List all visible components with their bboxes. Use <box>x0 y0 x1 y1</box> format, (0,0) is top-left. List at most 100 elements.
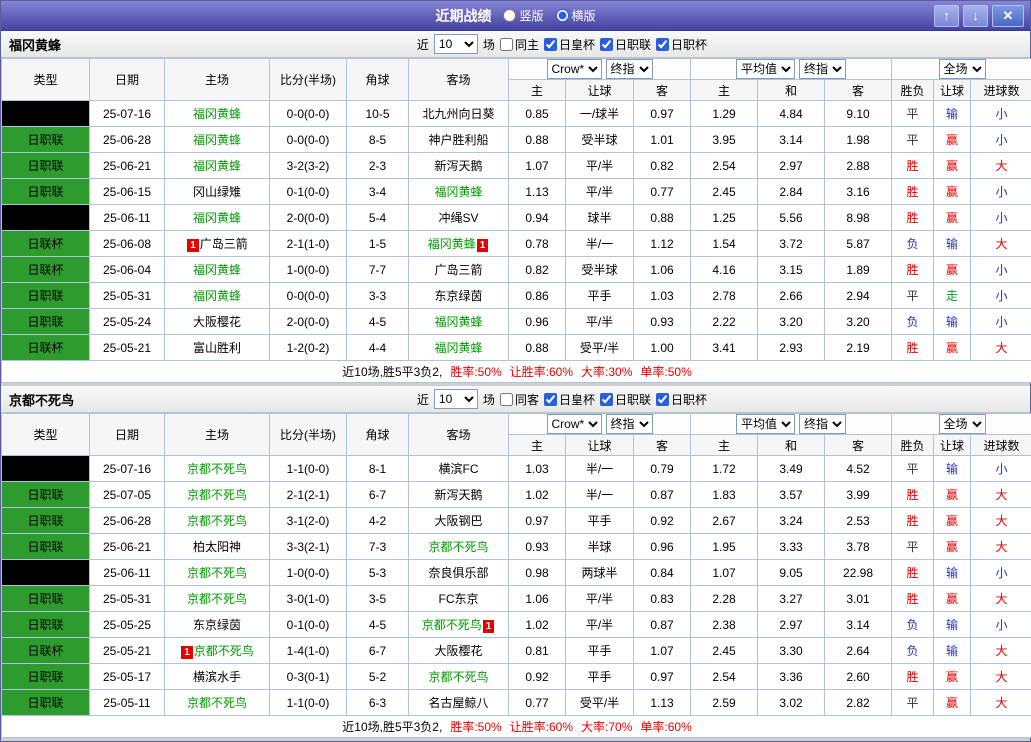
same-venue-option[interactable]: 同主 <box>500 36 539 53</box>
cup-filter-checkbox[interactable] <box>544 393 557 406</box>
handicap-source-select[interactable]: 终指 <box>606 414 653 434</box>
same-venue-checkbox[interactable] <box>500 393 513 406</box>
match-row: 日联杯25-05-21富山胜利1-2(0-2)4-4福冈黄蜂0.88受平/半1.… <box>2 335 1031 361</box>
sub-column-header: 客 <box>634 435 691 456</box>
horizontal-layout-radio[interactable] <box>556 9 569 22</box>
team-link: 名古屋鲸八 <box>428 696 488 710</box>
competition-type: 日联杯 <box>2 231 90 257</box>
team-link: 东京绿茵 <box>193 618 241 632</box>
summary-stat: 让胜率:60% <box>510 365 573 379</box>
same-venue-option[interactable]: 同客 <box>500 391 539 408</box>
odds-value: 0.78 <box>509 231 566 257</box>
cup-filter-option[interactable]: 日职联 <box>600 36 651 53</box>
cup-filter-option[interactable]: 日皇杯 <box>544 36 595 53</box>
competition-type: 日皇杯 <box>2 101 90 127</box>
match-date: 25-06-11 <box>90 205 165 231</box>
odds-value: 3.33 <box>758 534 825 560</box>
odds-value: 1.07 <box>691 560 758 586</box>
home-team: 柏太阳神 <box>165 534 270 560</box>
odds-value: 4.16 <box>691 257 758 283</box>
cup-filter-checkbox[interactable] <box>544 38 557 51</box>
scroll-down-button[interactable]: ↓ <box>963 5 988 27</box>
europe-source-select[interactable]: 终指 <box>799 59 846 79</box>
europe-source-select[interactable]: 平均值 <box>736 414 795 434</box>
odds-value: 平手 <box>566 638 634 664</box>
team-link: 大阪钢巴 <box>434 514 482 528</box>
score: 0-3(0-1) <box>270 664 347 690</box>
cup-filter-checkbox[interactable] <box>600 393 613 406</box>
summary-stat: 胜率:50% <box>450 365 501 379</box>
odds-value: 0.77 <box>634 179 691 205</box>
corner-score: 6-3 <box>347 690 409 716</box>
corner-score: 7-7 <box>347 257 409 283</box>
handicap-source-select[interactable]: Crow* <box>547 59 602 79</box>
same-venue-checkbox[interactable] <box>500 38 513 51</box>
horizontal-layout-label: 横版 <box>572 7 596 24</box>
cup-filter-option[interactable]: 日职联 <box>600 391 651 408</box>
result-outcome: 平 <box>892 534 934 560</box>
column-header: 客场 <box>409 414 509 456</box>
cup-filter-checkbox[interactable] <box>656 393 669 406</box>
handicap-source-select[interactable]: Crow* <box>547 414 602 434</box>
goals-outcome: 大 <box>971 335 1031 361</box>
away-team: 福冈黄蜂1 <box>409 231 509 257</box>
vertical-layout-radio[interactable] <box>503 9 516 22</box>
match-date: 25-05-31 <box>90 283 165 309</box>
handicap-source-select[interactable]: 终指 <box>606 59 653 79</box>
sub-column-header: 客 <box>825 435 892 456</box>
away-team: 奈良俱乐部 <box>409 560 509 586</box>
scope-select[interactable]: 全场 <box>939 414 986 434</box>
europe-source-select[interactable]: 平均值 <box>736 59 795 79</box>
result-outcome: 胜 <box>892 153 934 179</box>
handicap-outcome: 输 <box>934 101 971 127</box>
corner-score: 2-3 <box>347 153 409 179</box>
odds-value: 3.16 <box>825 179 892 205</box>
cup-filter-checkbox[interactable] <box>600 38 613 51</box>
same-venue-label: 同主 <box>515 36 539 53</box>
cup-filter-option[interactable]: 日职杯 <box>656 36 707 53</box>
cup-filter-label: 日职杯 <box>671 391 707 408</box>
handicap-outcome: 赢 <box>934 257 971 283</box>
odds-value: 8.98 <box>825 205 892 231</box>
home-team: 京都不死鸟 <box>165 456 270 482</box>
away-team: 名古屋鲸八 <box>409 690 509 716</box>
odds-value: 3.99 <box>825 482 892 508</box>
table-body: 日皇杯25-07-16福冈黄蜂0-0(0-0)10-5北九州向日葵0.85一/球… <box>2 101 1031 361</box>
team-section: 京都不死鸟近10场同客日皇杯日职联日职杯类型日期主场比分(半场)角球客场Crow… <box>1 386 1030 738</box>
recent-count-select[interactable]: 10 <box>434 34 478 54</box>
column-header: 主场 <box>165 414 270 456</box>
layout-option-horizontal[interactable]: 横版 <box>556 7 596 24</box>
team-link: 京都不死鸟 <box>428 540 488 554</box>
cup-filter-option[interactable]: 日职杯 <box>656 391 707 408</box>
score: 3-3(2-1) <box>270 534 347 560</box>
odds-value: 3.01 <box>825 586 892 612</box>
recent-count-select[interactable]: 10 <box>434 389 478 409</box>
competition-type: 日职联 <box>2 612 90 638</box>
result-outcome: 负 <box>892 231 934 257</box>
scope-select[interactable]: 全场 <box>939 59 986 79</box>
match-date: 25-06-28 <box>90 127 165 153</box>
layout-option-vertical[interactable]: 竖版 <box>503 7 543 24</box>
odds-value: 0.84 <box>634 560 691 586</box>
result-outcome: 胜 <box>892 482 934 508</box>
cup-filter-option[interactable]: 日皇杯 <box>544 391 595 408</box>
goals-outcome: 小 <box>971 179 1031 205</box>
goals-outcome: 大 <box>971 690 1031 716</box>
europe-source-select[interactable]: 终指 <box>799 414 846 434</box>
cup-filter-checkbox[interactable] <box>656 38 669 51</box>
home-team: 1广岛三箭 <box>165 231 270 257</box>
goals-outcome: 大 <box>971 153 1031 179</box>
match-date: 25-06-21 <box>90 153 165 179</box>
corner-score: 5-4 <box>347 205 409 231</box>
goals-outcome: 大 <box>971 534 1031 560</box>
summary-stat: 让胜率:60% <box>510 720 573 734</box>
section-header-bar: 京都不死鸟近10场同客日皇杯日职联日职杯 <box>1 386 1030 413</box>
odds-value: 2.45 <box>691 179 758 205</box>
match-row: 日职联25-05-11京都不死鸟1-1(0-0)6-3名古屋鲸八0.77受平/半… <box>2 690 1031 716</box>
corner-score: 6-7 <box>347 638 409 664</box>
scroll-up-button[interactable]: ↑ <box>934 5 959 27</box>
odds-value: 2.54 <box>691 664 758 690</box>
close-button[interactable]: ✕ <box>992 5 1024 27</box>
home-team: 大阪樱花 <box>165 309 270 335</box>
team-link: 福冈黄蜂 <box>193 289 241 303</box>
